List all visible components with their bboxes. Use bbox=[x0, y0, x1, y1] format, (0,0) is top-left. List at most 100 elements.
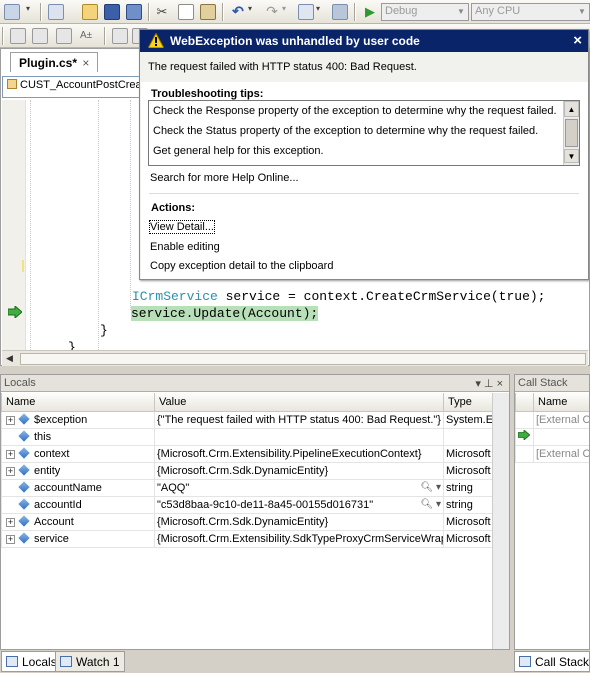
tab-plugin-cs[interactable]: Plugin.cs* × bbox=[10, 52, 99, 72]
troubleshooting-tip-link[interactable]: Check the Status property of the excepti… bbox=[153, 125, 538, 137]
scroll-up-icon[interactable]: ▲ bbox=[564, 101, 579, 117]
type-cell: Microsoft bbox=[443, 444, 494, 463]
dropdown-arrow-icon[interactable]: ▾ bbox=[26, 4, 34, 20]
value-cell[interactable]: {"The request failed with HTTP status 40… bbox=[154, 410, 444, 429]
open-file-icon[interactable] bbox=[82, 4, 98, 20]
navigate-backward-icon[interactable] bbox=[298, 4, 314, 20]
value-cell[interactable]: {Microsoft.Crm.Sdk.DynamicEntity} bbox=[154, 512, 444, 531]
solution-platforms-combo[interactable]: Any CPU ▼ bbox=[471, 3, 590, 21]
parameter-info-icon[interactable] bbox=[32, 28, 48, 44]
tips-vertical-scrollbar[interactable]: ▲ ▼ bbox=[563, 101, 579, 165]
name-cell: + Account bbox=[1, 512, 155, 531]
copy-exception-detail-link[interactable]: Copy exception detail to the clipboard bbox=[150, 260, 333, 272]
table-row[interactable]: [External Co bbox=[515, 444, 589, 463]
add-item-icon[interactable] bbox=[48, 4, 64, 20]
table-row[interactable]: + context {Microsoft.Crm.Extensibility.Pi… bbox=[1, 444, 494, 463]
exception-body: Troubleshooting tips: Check the Response… bbox=[141, 82, 588, 279]
locals-title-bar[interactable]: Locals ▾ ⊥ × bbox=[1, 375, 509, 392]
table-row[interactable]: + $exception {"The request failed with HT… bbox=[1, 410, 494, 429]
type-cell bbox=[443, 427, 494, 446]
type-cell: Microsoft bbox=[443, 512, 494, 531]
enable-editing-link[interactable]: Enable editing bbox=[150, 241, 220, 253]
standard-toolbar: ▾ ✂ ↶ ▾ ↷ ▾ ▾ ▶ Debug ▼ Any CPU ▼ bbox=[0, 0, 590, 24]
tab-label: Locals bbox=[22, 655, 57, 669]
expand-icon[interactable]: + bbox=[6, 415, 15, 425]
chevron-down-icon: ▼ bbox=[578, 7, 586, 16]
complete-word-icon[interactable]: A± bbox=[80, 28, 96, 44]
table-row[interactable]: + entity {Microsoft.Crm.Sdk.DynamicEntity… bbox=[1, 461, 494, 480]
scroll-left-icon[interactable]: ◀ bbox=[6, 353, 13, 364]
value-cell[interactable]: "c53d8baa-9c10-de11-8a45-00155d016731" 🔍︎… bbox=[154, 495, 444, 514]
scrollbar-thumb[interactable] bbox=[565, 119, 578, 147]
expand-icon[interactable]: + bbox=[6, 517, 15, 527]
close-icon[interactable]: × bbox=[573, 32, 582, 49]
column-header-type[interactable]: Type bbox=[443, 393, 494, 412]
call-stack-title-bar[interactable]: Call Stack bbox=[515, 375, 589, 392]
name-cell: accountId bbox=[1, 495, 155, 514]
name-cell: + service bbox=[1, 529, 155, 548]
value-cell[interactable]: {Microsoft.Crm.Extensibility.SdkTypeProx… bbox=[154, 529, 444, 548]
table-row[interactable]: this bbox=[1, 427, 494, 446]
troubleshooting-heading: Troubleshooting tips: bbox=[151, 88, 264, 100]
expand-icon[interactable]: + bbox=[6, 449, 15, 459]
locals-vertical-scrollbar[interactable] bbox=[492, 393, 509, 649]
table-row[interactable]: accountName "AQQ" 🔍︎ ▾ string bbox=[1, 478, 494, 497]
magnifier-visualizer-icon[interactable]: 🔍︎ ▾ bbox=[421, 482, 442, 493]
name-cell: accountName bbox=[1, 478, 155, 497]
table-row[interactable]: + Account {Microsoft.Crm.Sdk.DynamicEntit… bbox=[1, 512, 494, 531]
redo-dropdown-icon[interactable]: ▾ bbox=[282, 4, 290, 20]
name-cell: + $exception bbox=[1, 410, 155, 429]
code-line-brace: } bbox=[100, 323, 108, 338]
column-header-name[interactable]: Name bbox=[1, 393, 155, 412]
tab-call-stack[interactable]: Call Stack bbox=[514, 651, 590, 672]
call-stack-table: Name [External Co [External Co bbox=[515, 393, 589, 463]
view-detail-link[interactable]: View Detail... bbox=[149, 220, 215, 234]
new-project-icon[interactable] bbox=[4, 4, 20, 20]
magnifier-visualizer-icon[interactable]: 🔍︎ ▾ bbox=[421, 499, 442, 510]
value-cell[interactable]: {Microsoft.Crm.Sdk.DynamicEntity} bbox=[154, 461, 444, 480]
undo-dropdown-icon[interactable]: ▾ bbox=[248, 4, 256, 20]
indent-icon[interactable] bbox=[112, 28, 128, 44]
undo-icon[interactable]: ↶ bbox=[230, 4, 246, 20]
warning-icon bbox=[148, 33, 164, 48]
column-header-value[interactable]: Value bbox=[154, 393, 444, 412]
close-icon[interactable]: × bbox=[82, 56, 89, 70]
table-row[interactable]: accountId "c53d8baa-9c10-de11-8a45-00155… bbox=[1, 495, 494, 514]
quick-info-icon[interactable] bbox=[56, 28, 72, 44]
copy-icon[interactable] bbox=[178, 4, 194, 20]
navigate-forward-icon[interactable] bbox=[332, 4, 348, 20]
table-row[interactable]: [External Co bbox=[515, 410, 589, 429]
save-icon[interactable] bbox=[104, 4, 120, 20]
object-member-list-icon[interactable] bbox=[10, 28, 26, 44]
expand-icon[interactable]: + bbox=[6, 466, 15, 476]
tab-watch-1[interactable]: Watch 1 bbox=[55, 651, 125, 672]
table-row[interactable] bbox=[515, 427, 589, 446]
search-help-online-link[interactable]: Search for more Help Online... bbox=[150, 172, 299, 184]
troubleshooting-tip-link[interactable]: Get general help for this exception. bbox=[153, 145, 324, 157]
value-cell[interactable] bbox=[154, 427, 444, 446]
code-line-current-statement: service.Update(Account); bbox=[131, 306, 319, 321]
window-controls-icon[interactable]: ▾ ⊥ × bbox=[475, 377, 503, 390]
locals-window-icon bbox=[6, 656, 18, 667]
tab-label: Plugin.cs* bbox=[19, 56, 78, 70]
scroll-down-icon[interactable]: ▼ bbox=[564, 149, 579, 163]
scrollbar-thumb[interactable] bbox=[20, 353, 586, 365]
save-all-icon[interactable] bbox=[126, 4, 142, 20]
tab-locals[interactable]: Locals bbox=[1, 651, 62, 672]
value-cell[interactable]: "AQQ" 🔍︎ ▾ bbox=[154, 478, 444, 497]
start-debugging-icon[interactable]: ▶ bbox=[362, 4, 378, 20]
paste-icon[interactable] bbox=[200, 4, 216, 20]
troubleshooting-tip-link[interactable]: Check the Response property of the excep… bbox=[153, 105, 557, 117]
tab-label: Call Stack bbox=[535, 655, 590, 669]
variable-name: accountName bbox=[34, 481, 102, 494]
expand-icon[interactable]: + bbox=[6, 534, 15, 544]
cut-icon[interactable]: ✂ bbox=[154, 4, 170, 20]
column-header-name[interactable]: Name bbox=[533, 393, 589, 412]
types-navigation-dropdown[interactable]: CUST_AccountPostCrea bbox=[2, 76, 142, 98]
editor-horizontal-scrollbar[interactable]: ◀ bbox=[2, 350, 588, 366]
value-cell[interactable]: {Microsoft.Crm.Extensibility.PipelineExe… bbox=[154, 444, 444, 463]
redo-icon[interactable]: ↷ bbox=[264, 4, 280, 20]
solution-configurations-combo[interactable]: Debug ▼ bbox=[381, 3, 469, 21]
navigate-dropdown-icon[interactable]: ▾ bbox=[316, 4, 324, 20]
table-row[interactable]: + service {Microsoft.Crm.Extensibility.Sd… bbox=[1, 529, 494, 548]
